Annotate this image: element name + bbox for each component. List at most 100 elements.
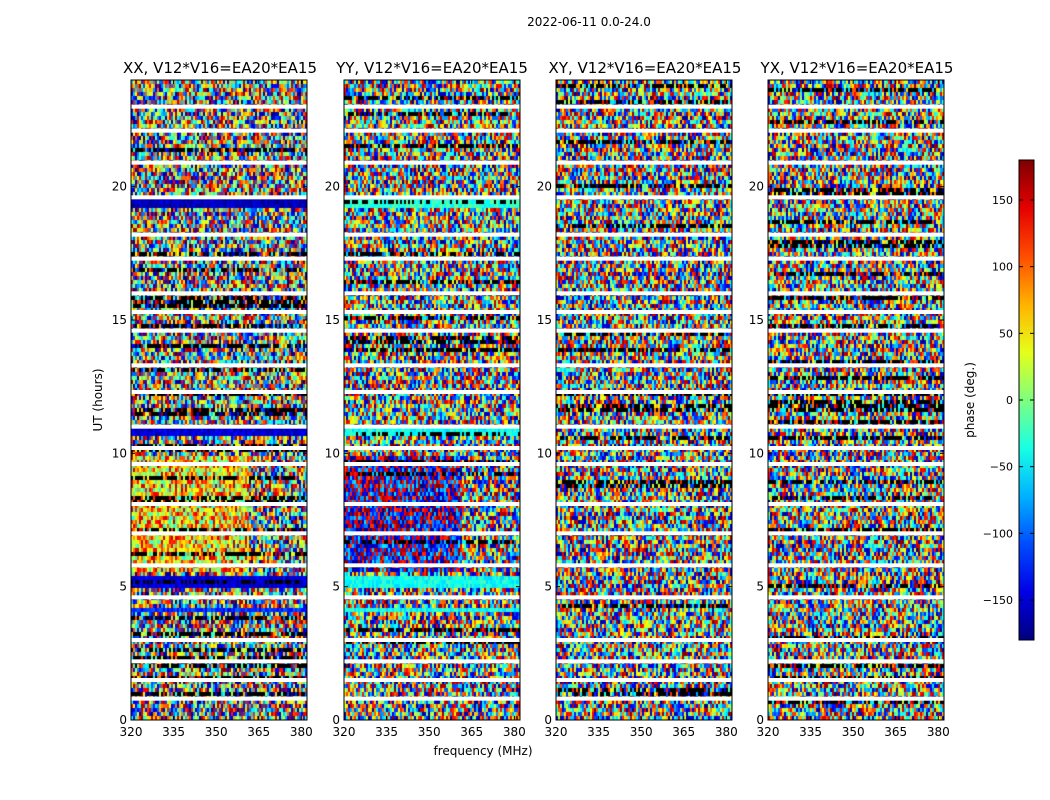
y-tick-label: 0 bbox=[544, 713, 552, 727]
data-gap bbox=[131, 678, 307, 682]
data-gap bbox=[131, 446, 307, 450]
colorbar-tick-label: 0 bbox=[1006, 394, 1013, 407]
x-tick-label: 335 bbox=[587, 725, 610, 739]
data-gap bbox=[344, 563, 520, 568]
data-gap bbox=[556, 502, 732, 506]
x-tick-label: 380 bbox=[290, 725, 313, 739]
data-gap bbox=[344, 531, 520, 536]
panel-title: XX, V12*V16=EA20*EA15 bbox=[123, 59, 317, 77]
x-tick-label: 350 bbox=[842, 725, 865, 739]
data-gap bbox=[556, 462, 732, 466]
y-tick-label: 10 bbox=[112, 446, 127, 460]
colorbar-tick-label: 100 bbox=[992, 261, 1013, 274]
x-tick-label: 320 bbox=[120, 725, 143, 739]
figure: 2022-06-11 0.0-24.0 frequency (MHz) UT (… bbox=[91, 15, 1035, 758]
data-gap bbox=[556, 328, 732, 333]
data-gap bbox=[344, 104, 520, 109]
data-gap bbox=[131, 659, 307, 664]
data-gap bbox=[131, 256, 307, 261]
data-gap bbox=[556, 128, 732, 133]
data-gap bbox=[556, 195, 732, 200]
data-gap bbox=[344, 595, 520, 600]
x-tick-label: 365 bbox=[460, 725, 483, 739]
panel-2: XY, V12*V16=EA20*EA15 320 335 350 365 380 0 5 1… bbox=[537, 59, 742, 739]
data-gap bbox=[768, 595, 944, 600]
y-tick-label: 0 bbox=[119, 713, 127, 727]
data-gap bbox=[768, 638, 944, 642]
data-gap bbox=[131, 696, 307, 701]
data-gap bbox=[768, 363, 944, 368]
data-gap bbox=[768, 128, 944, 133]
data-gap bbox=[556, 638, 732, 642]
y-tick-label: 5 bbox=[332, 580, 340, 594]
panel-1: YY, V12*V16=EA20*EA15 320 335 350 365 380 0 5 1… bbox=[325, 59, 528, 739]
data-gap bbox=[768, 462, 944, 466]
data-gap bbox=[768, 390, 944, 394]
y-tick-label: 15 bbox=[749, 313, 764, 327]
x-tick-label: 380 bbox=[503, 725, 526, 739]
data-gap bbox=[768, 696, 944, 701]
panel-title: YY, V12*V16=EA20*EA15 bbox=[335, 59, 528, 77]
data-gap bbox=[344, 363, 520, 368]
data-gap bbox=[131, 160, 307, 165]
data-gap bbox=[131, 363, 307, 368]
data-gap bbox=[556, 595, 732, 600]
x-tick-label: 350 bbox=[630, 725, 653, 739]
colorbar-tick-label: −150 bbox=[983, 594, 1013, 607]
x-tick-label: 335 bbox=[799, 725, 822, 739]
data-gap bbox=[768, 678, 944, 682]
colorbar-tick-label: 50 bbox=[999, 327, 1013, 340]
data-gap bbox=[556, 363, 732, 368]
x-tick-label: 365 bbox=[672, 725, 695, 739]
panel-title: XY, V12*V16=EA20*EA15 bbox=[549, 59, 742, 77]
colorbar-tick-label: −50 bbox=[990, 461, 1013, 474]
data-gap bbox=[768, 659, 944, 664]
colorbar-label: phase (deg.) bbox=[963, 362, 977, 438]
data-gap bbox=[556, 160, 732, 165]
data-gap bbox=[344, 310, 520, 314]
x-tick-label: 335 bbox=[375, 725, 398, 739]
y-tick-label: 15 bbox=[537, 313, 552, 327]
y-tick-label: 20 bbox=[749, 180, 764, 194]
data-gap bbox=[556, 678, 732, 682]
x-tick-label: 320 bbox=[333, 725, 356, 739]
data-gap bbox=[131, 328, 307, 333]
data-gap bbox=[768, 256, 944, 261]
x-tick-label: 320 bbox=[545, 725, 568, 739]
data-gap bbox=[344, 638, 520, 642]
data-gap bbox=[344, 160, 520, 165]
data-gap bbox=[344, 195, 520, 200]
y-tick-label: 0 bbox=[332, 713, 340, 727]
phase-heatmap bbox=[768, 80, 944, 720]
data-gap bbox=[344, 462, 520, 466]
y-tick-label: 10 bbox=[537, 446, 552, 460]
data-gap bbox=[344, 678, 520, 682]
data-gap bbox=[344, 328, 520, 333]
data-gap bbox=[131, 291, 307, 296]
colorbar-tick-label: 150 bbox=[992, 194, 1013, 207]
y-tick-label: 10 bbox=[325, 446, 340, 460]
y-tick-label: 15 bbox=[112, 313, 127, 327]
panel-0: XX, V12*V16=EA20*EA15 320 335 350 365 380 0 5 1… bbox=[112, 59, 317, 739]
data-gap bbox=[768, 160, 944, 165]
phase-heatmap bbox=[556, 80, 732, 720]
data-gap bbox=[344, 502, 520, 506]
data-gap bbox=[344, 128, 520, 133]
data-gap bbox=[344, 446, 520, 450]
data-gap bbox=[131, 502, 307, 506]
y-tick-label: 10 bbox=[749, 446, 764, 460]
data-gap bbox=[556, 256, 732, 261]
data-gap bbox=[556, 659, 732, 664]
data-gap bbox=[556, 232, 732, 237]
data-gap bbox=[556, 104, 732, 109]
data-gap bbox=[344, 696, 520, 701]
data-gap bbox=[768, 104, 944, 109]
data-gap bbox=[131, 424, 307, 429]
x-tick-label: 365 bbox=[247, 725, 270, 739]
data-gap bbox=[344, 291, 520, 296]
data-gap bbox=[131, 462, 307, 466]
data-gap bbox=[556, 291, 732, 296]
x-tick-label: 380 bbox=[715, 725, 738, 739]
x-tick-label: 320 bbox=[757, 725, 780, 739]
data-gap bbox=[344, 390, 520, 394]
